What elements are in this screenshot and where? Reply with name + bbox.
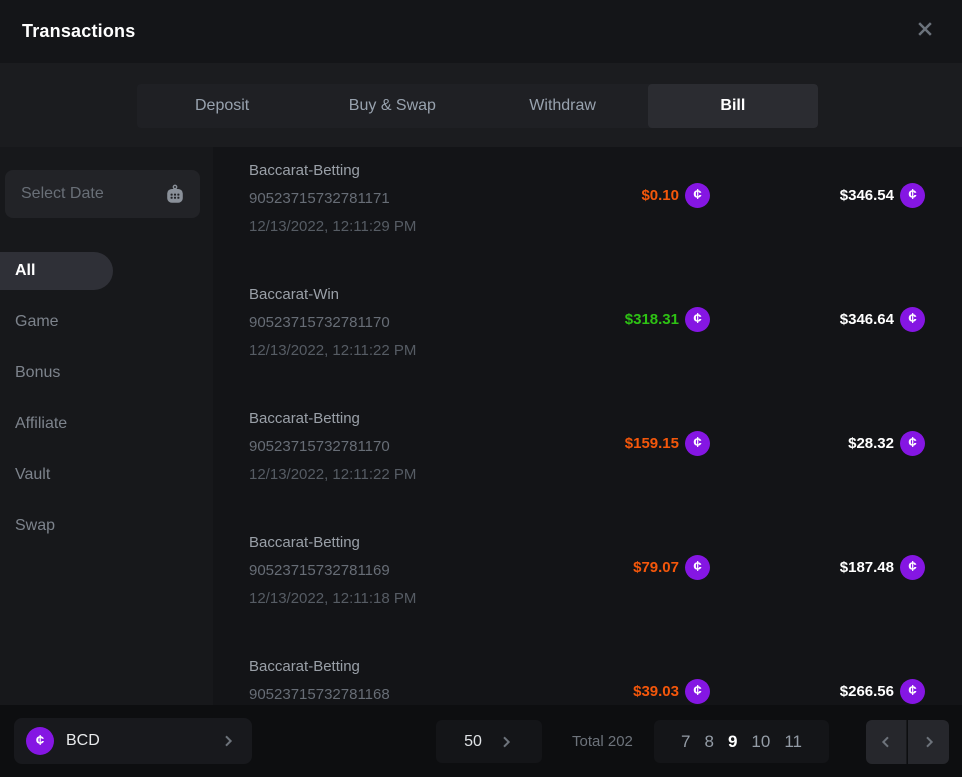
table-row: Baccarat-Win 90523715732781170 12/13/202… <box>213 271 962 395</box>
transactions-modal: Transactions Deposit Buy & Swap Withdraw… <box>0 0 962 777</box>
bcd-coin-icon: ¢ <box>900 183 925 208</box>
bcd-coin-icon: ¢ <box>685 555 710 580</box>
bcd-coin-icon: ¢ <box>900 307 925 332</box>
table-row: Baccarat-Betting 90523715732781171 12/13… <box>213 147 962 271</box>
tx-balance: $187.48 ¢ <box>840 554 925 580</box>
previous-page-button[interactable] <box>866 720 907 764</box>
date-input[interactable] <box>21 185 164 203</box>
bcd-coin-icon: ¢ <box>685 183 710 208</box>
tx-amount: $79.07 ¢ <box>633 554 710 580</box>
tx-balance: $346.64 ¢ <box>840 306 925 332</box>
tx-id: 90523715732781169 <box>249 557 416 585</box>
modal-header: Transactions <box>0 0 962 63</box>
tx-id: 90523715732781170 <box>249 433 416 461</box>
page-number-11[interactable]: 11 <box>784 732 802 752</box>
tab-bill[interactable]: Bill <box>648 84 818 128</box>
page-size-value: 50 <box>464 733 482 751</box>
tx-amount-value: $318.31 <box>625 311 679 328</box>
bcd-coin-icon: ¢ <box>900 555 925 580</box>
tx-id: 90523715732781170 <box>249 309 416 337</box>
page-title: Transactions <box>22 21 135 42</box>
tx-timestamp: 12/13/2022, 12:11:18 PM <box>249 585 416 613</box>
tx-balance-value: $28.32 <box>848 435 894 452</box>
tx-name: Baccarat-Betting <box>249 653 390 681</box>
tab-band: Deposit Buy & Swap Withdraw Bill <box>0 63 962 147</box>
tx-balance: $28.32 ¢ <box>848 430 925 456</box>
bcd-coin-icon: ¢ <box>26 727 54 755</box>
date-picker-field[interactable] <box>5 170 200 218</box>
tx-id: 90523715732781171 <box>249 185 416 213</box>
tx-balance: $266.56 ¢ <box>840 678 925 704</box>
tx-amount: $318.31 ¢ <box>625 306 710 332</box>
page-size-selector[interactable]: 50 <box>436 720 542 763</box>
tx-amount-value: $39.03 <box>633 683 679 700</box>
filter-vault[interactable]: Vault <box>0 456 213 494</box>
page-number-9-current[interactable]: 9 <box>728 732 737 752</box>
sidebar: All Game Bonus Affiliate Vault Swap <box>0 147 213 705</box>
tx-amount-value: $0.10 <box>641 187 679 204</box>
page-number-10[interactable]: 10 <box>751 732 770 752</box>
bcd-coin-icon: ¢ <box>685 307 710 332</box>
page-number-8[interactable]: 8 <box>704 732 713 752</box>
modal-body: All Game Bonus Affiliate Vault Swap Bacc… <box>0 147 962 705</box>
filter-list: All Game Bonus Affiliate Vault Swap <box>0 252 213 558</box>
tx-balance: $346.54 ¢ <box>840 182 925 208</box>
tx-name: Baccarat-Betting <box>249 529 416 557</box>
table-row: Baccarat-Betting 90523715732781168 $39.0… <box>213 643 962 705</box>
tx-name: Baccarat-Win <box>249 281 416 309</box>
total-count: Total 202 <box>572 705 633 777</box>
filter-swap[interactable]: Swap <box>0 507 213 545</box>
close-icon <box>915 19 935 44</box>
tab-buy-swap[interactable]: Buy & Swap <box>307 84 477 128</box>
tx-amount: $159.15 ¢ <box>625 430 710 456</box>
bcd-coin-icon: ¢ <box>900 431 925 456</box>
tx-amount-value: $79.07 <box>633 559 679 576</box>
filter-all[interactable]: All <box>0 252 113 290</box>
pagination: 7 8 9 10 11 <box>654 720 829 763</box>
tx-amount: $39.03 ¢ <box>633 678 710 704</box>
filter-affiliate[interactable]: Affiliate <box>0 405 213 443</box>
tx-name: Baccarat-Betting <box>249 157 416 185</box>
bcd-coin-icon: ¢ <box>685 679 710 704</box>
table-row: Baccarat-Betting 90523715732781170 12/13… <box>213 395 962 519</box>
tx-balance-value: $187.48 <box>840 559 894 576</box>
tx-timestamp: 12/13/2022, 12:11:22 PM <box>249 461 416 489</box>
next-page-button[interactable] <box>908 720 949 764</box>
tx-balance-value: $266.56 <box>840 683 894 700</box>
tx-balance-value: $346.64 <box>840 311 894 328</box>
tx-id: 90523715732781168 <box>249 681 390 705</box>
chevron-right-icon <box>921 734 937 750</box>
table-row: Baccarat-Betting 90523715732781169 12/13… <box>213 519 962 643</box>
page-number-7[interactable]: 7 <box>681 732 690 752</box>
modal-footer: ¢ BCD 50 Total 202 7 8 9 10 11 <box>0 705 962 777</box>
chevron-right-icon <box>498 734 514 750</box>
calendar-icon <box>164 183 186 205</box>
transaction-tabs: Deposit Buy & Swap Withdraw Bill <box>137 84 818 128</box>
currency-label: BCD <box>66 732 100 750</box>
filter-game[interactable]: Game <box>0 303 213 341</box>
close-button[interactable] <box>910 17 940 47</box>
tab-withdraw[interactable]: Withdraw <box>478 84 648 128</box>
bcd-coin-icon: ¢ <box>685 431 710 456</box>
filter-bonus[interactable]: Bonus <box>0 354 213 392</box>
tx-balance-value: $346.54 <box>840 187 894 204</box>
tx-amount-value: $159.15 <box>625 435 679 452</box>
tx-timestamp: 12/13/2022, 12:11:22 PM <box>249 337 416 365</box>
chevron-left-icon <box>878 734 894 750</box>
tx-amount: $0.10 ¢ <box>641 182 710 208</box>
transaction-list: Baccarat-Betting 90523715732781171 12/13… <box>213 147 962 705</box>
tx-timestamp: 12/13/2022, 12:11:29 PM <box>249 213 416 241</box>
bcd-coin-icon: ¢ <box>900 679 925 704</box>
currency-selector[interactable]: ¢ BCD <box>14 718 252 764</box>
chevron-right-icon <box>220 733 236 749</box>
tab-deposit[interactable]: Deposit <box>137 84 307 128</box>
tx-name: Baccarat-Betting <box>249 405 416 433</box>
